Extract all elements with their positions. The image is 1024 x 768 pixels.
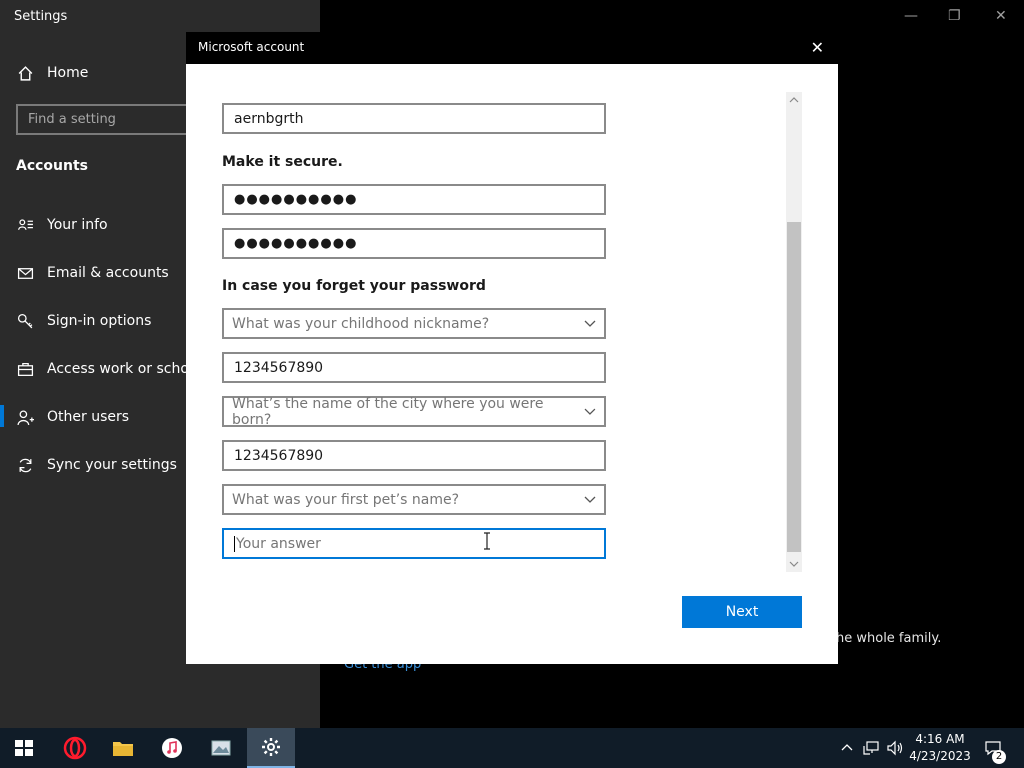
sidebar-item-sign-in[interactable]: Sign-in options (0, 306, 151, 336)
microsoft-account-dialog: Microsoft account ✕ aernbgrth Make it se… (186, 32, 838, 664)
dialog-title: Microsoft account (198, 40, 305, 54)
password-value: ●●●●●●●●●● (234, 192, 358, 207)
next-button[interactable]: Next (682, 596, 802, 628)
sidebar-item-other-users[interactable]: Other users (0, 402, 129, 432)
briefcase-icon (16, 360, 34, 378)
scroll-down-icon[interactable] (788, 558, 800, 570)
sidebar-item-label: Access work or school (47, 361, 202, 377)
start-button[interactable] (0, 728, 48, 768)
volume-icon[interactable] (886, 739, 904, 757)
answer-1-value: 1234567890 (234, 359, 324, 376)
file-explorer-icon (113, 742, 133, 756)
network-icon[interactable] (862, 739, 880, 757)
security-question-1-select[interactable]: What was your childhood nickname? (222, 308, 606, 339)
settings-taskbar-button[interactable] (247, 728, 295, 768)
sidebar-item-label: Your info (47, 217, 108, 233)
mail-icon (16, 264, 34, 282)
answer-3-placeholder: Your answer (236, 535, 321, 552)
sidebar-item-email[interactable]: Email & accounts (0, 258, 169, 288)
ibeam-cursor-icon (484, 532, 490, 550)
sidebar-item-your-info[interactable]: Your info (0, 210, 108, 240)
clock-time: 4:16 AM (915, 732, 965, 746)
password-field[interactable]: ●●●●●●●●●● (222, 184, 606, 215)
key-icon (16, 312, 34, 330)
close-icon[interactable]: ✕ (811, 38, 824, 57)
photos-icon (211, 740, 231, 756)
home-label: Home (47, 65, 89, 81)
sidebar-item-label: Other users (47, 409, 130, 425)
scroll-thumb[interactable] (787, 222, 801, 552)
close-window-icon[interactable]: ✕ (995, 8, 1007, 24)
security-question-2-select[interactable]: What’s the name of the city where you we… (222, 395, 606, 428)
opera-taskbar-button[interactable] (51, 728, 99, 768)
answer-3-field[interactable]: Your answer (222, 528, 606, 559)
home-nav-item[interactable]: Home (0, 58, 88, 88)
home-icon (16, 64, 34, 82)
answer-1-field[interactable]: 1234567890 (222, 352, 606, 383)
clock-date: 4/23/2023 (909, 749, 971, 763)
confirm-password-field[interactable]: ●●●●●●●●●● (222, 228, 606, 259)
username-value: aernbgrth (234, 110, 304, 127)
start-icon (15, 740, 33, 756)
minimize-icon[interactable]: — (904, 8, 918, 24)
answer-2-field[interactable]: 1234567890 (222, 440, 606, 471)
recovery-heading: In case you forget your password (222, 278, 486, 294)
person-card-icon (16, 216, 34, 234)
chevron-down-icon (584, 496, 596, 503)
secure-heading: Make it secure. (222, 154, 343, 170)
security-question-3-select[interactable]: What was your first pet’s name? (222, 484, 606, 515)
username-field[interactable]: aernbgrth (222, 103, 606, 134)
taskbar: 4:16 AM 4/23/2023 2 (0, 728, 1024, 768)
answer-2-value: 1234567890 (234, 447, 324, 464)
desktop: Settings Home Find a setting Accounts Yo… (0, 0, 1024, 768)
scroll-up-icon[interactable] (788, 94, 800, 106)
notification-badge: 2 (992, 750, 1006, 764)
itunes-taskbar-button[interactable] (148, 728, 196, 768)
chevron-down-icon (584, 320, 596, 327)
section-heading: Accounts (16, 158, 89, 174)
chevron-up-icon[interactable] (838, 739, 856, 757)
sync-icon (16, 456, 34, 474)
sidebar-item-label: Sync your settings (47, 457, 177, 473)
search-placeholder: Find a setting (28, 112, 116, 127)
dialog-titlebar: Microsoft account ✕ (186, 32, 838, 64)
taskbar-clock[interactable]: 4:16 AM 4/23/2023 (908, 731, 972, 765)
settings-title: Settings (14, 9, 68, 24)
restore-icon[interactable]: ❐ (948, 8, 961, 24)
opera-icon (63, 736, 87, 760)
confirm-password-value: ●●●●●●●●●● (234, 236, 358, 251)
sidebar-item-label: Email & accounts (47, 265, 169, 281)
dialog-scrollbar[interactable] (786, 92, 802, 572)
itunes-icon (162, 738, 182, 758)
text-caret (234, 535, 235, 552)
file-explorer-taskbar-button[interactable] (99, 728, 147, 768)
question-1-text: What was your childhood nickname? (232, 315, 490, 332)
chevron-down-icon (584, 408, 596, 415)
question-3-text: What was your first pet’s name? (232, 491, 460, 508)
photos-taskbar-button[interactable] (197, 728, 245, 768)
question-2-text: What’s the name of the city where you we… (232, 395, 544, 428)
person-add-icon (16, 408, 34, 426)
settings-gear-icon (262, 738, 280, 756)
sidebar-item-work-school[interactable]: Access work or school (0, 354, 201, 384)
background-family-text: he whole family. (836, 631, 942, 646)
sidebar-item-label: Sign-in options (47, 313, 152, 329)
sidebar-item-sync[interactable]: Sync your settings (0, 450, 177, 480)
